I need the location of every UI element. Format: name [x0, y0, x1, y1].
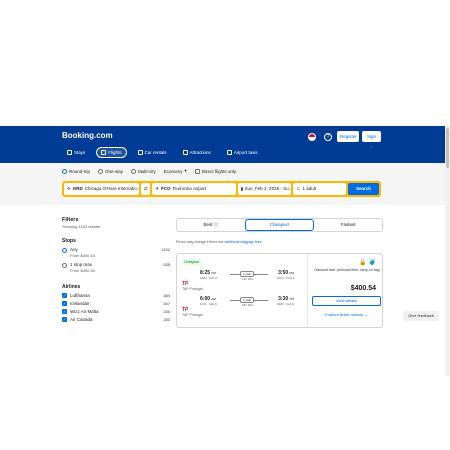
- flight-result-card[interactable]: Cheapest TP 8:25 PM ORD · Feb 2 1 stop 12…: [176, 253, 383, 328]
- baggage-fees-link[interactable]: additional baggage fees: [224, 240, 261, 244]
- radio-icon: [62, 262, 67, 268]
- stop-option-1stop[interactable]: 1 stop max From $400.54 535: [62, 262, 170, 273]
- carrier-name: TAP Portugal: [182, 287, 203, 291]
- tab-best[interactable]: Best ⓘ: [177, 219, 245, 231]
- outbound-leg: TP 8:25 PM ORD · Feb 2 1 stop 12h 25m 3:5…: [182, 270, 304, 288]
- attractions-icon: [182, 150, 188, 155]
- nav-car-rentals[interactable]: Car rentals: [133, 147, 172, 158]
- arrival-time: 3:30 PM ORD · Feb 9: [276, 296, 294, 306]
- tab-fastest[interactable]: Fastest: [314, 219, 382, 231]
- person-icon: ☺: [295, 186, 301, 191]
- stop-option-any[interactable]: Any From $400.54 1152: [62, 247, 170, 258]
- price: $400.54: [350, 285, 376, 292]
- direct-only-toggle[interactable]: Direct flights only: [194, 168, 236, 174]
- departure-time: 8:25 PM ORD · Feb 2: [200, 270, 218, 280]
- radio-icon: [131, 168, 137, 174]
- destination-field[interactable]: ✈ FCO Fiumicino Airport: [152, 183, 236, 195]
- airline-option[interactable]: ✓ Icelandair 347: [62, 301, 170, 306]
- trip-round[interactable]: Round-trip: [62, 168, 90, 174]
- origin-field[interactable]: ✈ ORD Chicago O'Hare Internatio...: [64, 183, 140, 195]
- main-nav: Stays Flights Car rentals Attractions Ai…: [62, 147, 263, 158]
- airlines-title: Airlines: [62, 284, 81, 290]
- cheapest-badge: Cheapest: [182, 259, 201, 265]
- register-button[interactable]: Register: [337, 131, 359, 142]
- tap-logo: TP: [182, 307, 189, 313]
- plane-icon: [101, 150, 107, 155]
- calendar-icon: [240, 187, 243, 191]
- search-button[interactable]: Search: [348, 183, 379, 195]
- checkbox-checked-icon: ✓: [62, 293, 67, 298]
- departure-time: 6:00 AM FCO · Feb 9: [200, 296, 217, 306]
- price-panel: 🔒 🧳 Discount fare: personal item, carry-…: [307, 254, 384, 327]
- give-feedback-button[interactable]: Give feedback: [403, 311, 439, 321]
- trip-oneway[interactable]: One-way: [98, 168, 123, 174]
- explore-ticket-options-link[interactable]: Explore ticket options ⌄: [312, 312, 381, 317]
- swap-icon: ⇄: [144, 186, 148, 191]
- date-field[interactable]: Sun, Feb 2, 2025 - Su...: [237, 183, 291, 195]
- radio-icon: [98, 168, 104, 174]
- filters-title: Filters: [62, 217, 79, 223]
- radio-icon: [62, 168, 67, 174]
- nav-stays[interactable]: Stays: [62, 147, 90, 158]
- baggage-notice: Prices may change if there are additiona…: [176, 240, 262, 244]
- checkbox-checked-icon: ✓: [62, 309, 67, 314]
- search-bar: ✈ ORD Chicago O'Hare Internatio... ⇄ ✈ F…: [62, 181, 381, 197]
- duration: 12h 25m: [242, 277, 254, 281]
- return-leg: TP 6:00 AM FCO · Feb 9 1 stop 16h 30m 3:3…: [182, 296, 304, 314]
- passengers-field[interactable]: ☺ 1 adult: [292, 183, 347, 195]
- checkbox-icon: [194, 168, 200, 174]
- booking-logo[interactable]: Booking.com: [62, 131, 113, 140]
- page: Booking.com ? Register Sign in Stays Fli…: [0, 0, 450, 450]
- nav-flights[interactable]: Flights: [96, 147, 127, 158]
- plane-landing-icon: ✈: [155, 186, 160, 191]
- tap-logo: TP: [182, 281, 189, 287]
- results-count: Showing 1152 results: [62, 224, 100, 229]
- trip-options: Round-trip One-way Multi-city Economy ▾ D…: [62, 168, 236, 174]
- duration: 16h 30m: [242, 303, 254, 307]
- signin-button[interactable]: Sign in: [362, 131, 381, 150]
- baggage-note: Discount fare: personal item, carry-on b…: [314, 268, 380, 272]
- scrollbar-thumb[interactable]: [446, 128, 449, 168]
- baggage-icon: 🔒 🧳: [359, 260, 376, 266]
- checkbox-checked-icon: ✓: [62, 317, 67, 322]
- cabin-select[interactable]: Economy ▾: [164, 168, 187, 174]
- currency-flag-icon[interactable]: [308, 133, 316, 141]
- swap-button[interactable]: ⇄: [141, 183, 151, 195]
- airline-option[interactable]: ✓ Lufthansa 384: [62, 293, 170, 298]
- arrival-time: 3:50 PM FCO · Feb 3: [277, 270, 294, 280]
- radio-icon: [62, 247, 67, 253]
- checkbox-checked-icon: ✓: [62, 301, 67, 306]
- airline-option[interactable]: ✓ Air Canada 283: [62, 317, 170, 322]
- bed-icon: [67, 150, 72, 155]
- taxi-icon: [226, 150, 232, 155]
- chevron-down-icon: ▾: [184, 168, 187, 173]
- airline-option[interactable]: ✓ Wizz Air Malta 330: [62, 309, 170, 314]
- plane-takeoff-icon: ✈: [67, 186, 71, 191]
- info-icon: ⓘ: [213, 222, 219, 227]
- trip-multicity[interactable]: Multi-city: [131, 168, 156, 174]
- stops-title: Stops: [62, 238, 76, 244]
- view-details-button[interactable]: View details: [312, 296, 381, 306]
- flight-itinerary: Cheapest TP 8:25 PM ORD · Feb 2 1 stop 12…: [177, 254, 307, 327]
- carrier-name: TAP Portugal: [182, 313, 203, 317]
- nav-attractions[interactable]: Attractions: [178, 147, 216, 158]
- sort-tabs: Best ⓘ Cheapest Fastest: [176, 218, 383, 232]
- chevron-down-icon: ⌄: [364, 312, 368, 317]
- tab-cheapest[interactable]: Cheapest: [244, 219, 315, 231]
- help-icon[interactable]: ?: [324, 133, 332, 141]
- nav-airport-taxis[interactable]: Airport taxis: [222, 147, 263, 158]
- car-icon: [137, 150, 143, 155]
